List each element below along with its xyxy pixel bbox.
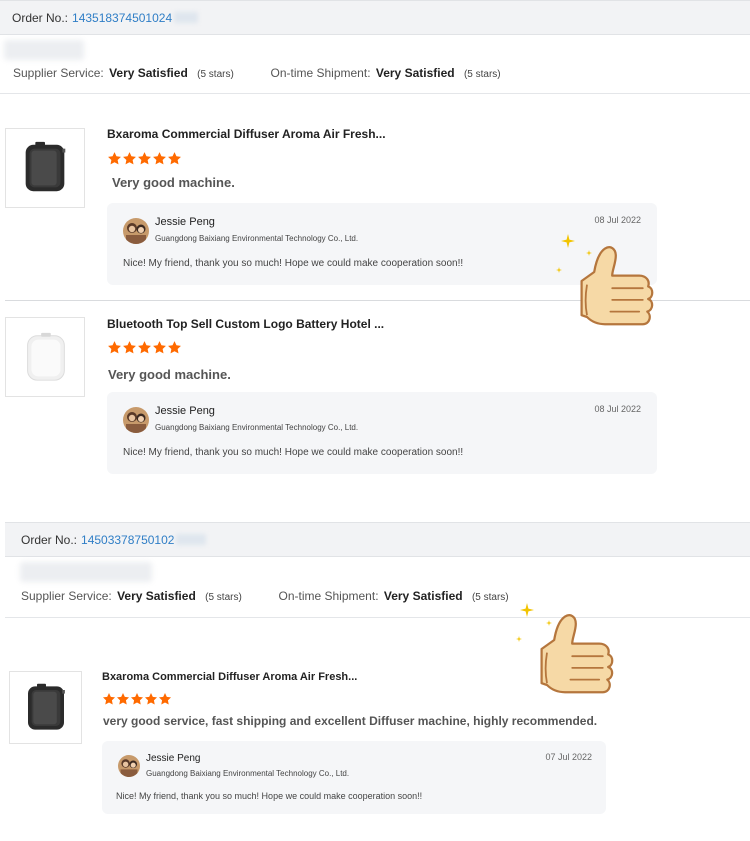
reply-company: Guangdong Baixiang Environmental Technol… [155,423,359,432]
product-title-link[interactable]: Bluetooth Top Sell Custom Logo Battery H… [107,317,384,331]
order-header: Order No.: 14503378750102 [5,522,750,557]
star-icon [167,151,182,166]
shipment-label: On-time Shipment: [270,66,371,80]
reply-date: 08 Jul 2022 [594,215,641,225]
black-diffuser-product-image [19,681,73,735]
supplier-service-value: Very Satisfied [109,66,188,80]
star-icon [107,340,122,355]
reply-author-name: Jessie Peng [155,405,215,417]
redacted-buyer-name [20,562,152,582]
reply-message: Nice! My friend, thank you so much! Hope… [123,258,464,269]
shipment-stars: (5 stars) [471,592,509,603]
star-icon [158,692,172,706]
rating-stars [107,151,182,166]
rating-stars [102,692,172,706]
divider [5,617,750,618]
star-icon [144,692,158,706]
supplier-service-stars: (5 stars) [205,592,242,603]
star-icon [122,340,137,355]
product-title-link[interactable]: Bxaroma Commercial Diffuser Aroma Air Fr… [107,127,386,141]
avatar [123,407,149,433]
redacted-digits [174,12,199,23]
reply-date: 07 Jul 2022 [545,752,592,762]
product-thumbnail[interactable] [9,671,82,744]
reply-date: 08 Jul 2022 [594,404,641,414]
reply-author-name: Jessie Peng [146,753,201,764]
star-icon [102,692,116,706]
redacted-digits [176,534,207,545]
product-thumbnail[interactable] [5,128,85,208]
star-icon [107,151,122,166]
supplier-service-label: Supplier Service: [21,589,112,603]
star-icon [137,340,152,355]
thumbs-up-icon [520,608,628,708]
reply-company: Guangdong Baixiang Environmental Technol… [146,769,350,778]
star-icon [137,151,152,166]
star-icon [167,340,182,355]
star-icon [122,151,137,166]
review-text: very good service, fast shipping and exc… [103,714,598,728]
supplier-service-label: Supplier Service: [13,66,104,80]
avatar [123,218,149,244]
reply-message: Nice! My friend, thank you so much! Hope… [116,791,423,801]
reply-message: Nice! My friend, thank you so much! Hope… [123,447,464,458]
rating-stars [107,340,182,355]
divider [0,93,750,94]
order-ratings: Supplier Service: Very Satisfied (5 star… [13,66,501,80]
white-diffuser-product-image [16,328,74,386]
order-number-label: Order No.: [21,532,78,547]
product-thumbnail[interactable] [5,317,85,397]
reply-author-name: Jessie Peng [155,216,215,228]
review-text: Very good machine. [112,175,235,190]
star-icon [116,692,130,706]
order-header: Order No.: 143518374501024 [0,0,750,35]
order-number-label: Order No.: [12,10,69,25]
shipment-label: On-time Shipment: [278,589,379,603]
shipment-value: Very Satisfied [383,589,463,603]
review-text: Very good machine. [108,367,231,382]
order-number-link[interactable]: 14503378750102 [81,533,174,547]
star-icon [130,692,144,706]
product-title-link[interactable]: Bxaroma Commercial Diffuser Aroma Air Fr… [102,671,357,683]
supplier-reply: Jessie Peng Guangdong Baixiang Environme… [107,392,657,474]
supplier-service-stars: (5 stars) [197,69,234,80]
star-icon [152,340,167,355]
order-number-link[interactable]: 143518374501024 [72,11,172,25]
order-ratings: Supplier Service: Very Satisfied (5 star… [21,589,509,603]
supplier-service-value: Very Satisfied [117,589,196,603]
black-diffuser-product-image [16,139,74,197]
shipment-value: Very Satisfied [375,66,455,80]
shipment-stars: (5 stars) [463,69,501,80]
reply-company: Guangdong Baixiang Environmental Technol… [155,234,359,243]
star-icon [152,151,167,166]
supplier-reply: Jessie Peng Guangdong Baixiang Environme… [102,741,606,814]
thumbs-up-icon [560,240,668,340]
redacted-buyer-name [4,40,84,60]
avatar [118,755,140,777]
